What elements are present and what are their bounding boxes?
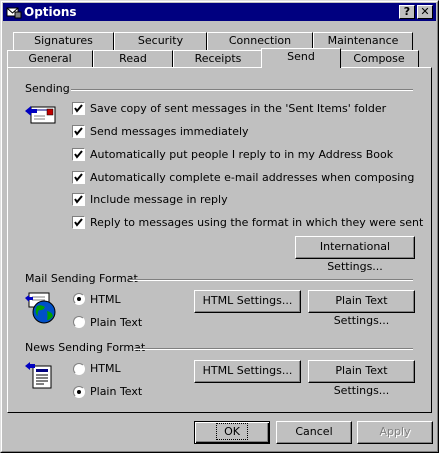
checkbox-autocomplete[interactable] — [72, 171, 85, 184]
tab-label: Compose — [353, 52, 405, 65]
mail-html-settings-button[interactable]: HTML Settings... — [194, 290, 301, 313]
tab-compose[interactable]: Compose — [339, 50, 419, 68]
tab-receipts[interactable]: Receipts — [173, 50, 263, 68]
options-app-icon — [6, 5, 22, 19]
tab-label: General — [28, 52, 72, 65]
sending-divider — [71, 89, 413, 91]
window-title: Options — [24, 5, 77, 19]
mail-format-heading: Mail Sending Format — [25, 272, 138, 285]
tab-label: Maintenance — [327, 34, 399, 47]
tab-general[interactable]: General — [7, 50, 93, 68]
checkbox-send-immediately[interactable] — [72, 125, 85, 138]
checkbox-reply-format[interactable] — [72, 216, 85, 229]
tab-label: Security — [137, 34, 184, 47]
tab-security[interactable]: Security — [114, 32, 207, 50]
tab-send[interactable]: Send — [261, 48, 341, 68]
ok-label: OK — [216, 423, 248, 440]
news-html-label: HTML — [90, 362, 121, 375]
tab-label: Send — [287, 50, 315, 63]
tab-label: Receipts — [194, 52, 242, 65]
option-label-auto-address-book: Automatically put people I reply to in m… — [90, 148, 394, 161]
options-dialog: Options ? ✕ Signatures Security Connecti… — [0, 0, 439, 453]
news-html-settings-button[interactable]: HTML Settings... — [194, 360, 301, 383]
cancel-button[interactable]: Cancel — [276, 421, 352, 444]
ok-button[interactable]: OK — [194, 421, 270, 444]
checkbox-auto-address-book[interactable] — [72, 148, 85, 161]
mail-format-divider — [130, 279, 413, 281]
mail-plain-text-settings-button[interactable]: Plain Text Settings... — [308, 290, 415, 327]
mail-plain-text-label: Plain Text — [90, 316, 143, 329]
tab-label: Signatures — [34, 34, 93, 47]
tab-read[interactable]: Read — [93, 50, 173, 68]
checkbox-include-message[interactable] — [72, 193, 85, 206]
apply-button[interactable]: Apply — [357, 421, 433, 444]
international-settings-button[interactable]: International Settings... — [295, 236, 415, 273]
news-plain-text-settings-button[interactable]: Plain Text Settings... — [308, 360, 415, 397]
option-label-send-immediately: Send messages immediately — [90, 125, 249, 138]
mail-globe-icon — [25, 291, 59, 328]
tab-label: Connection — [228, 34, 292, 47]
title-bar: Options ? ✕ — [3, 3, 436, 21]
send-mail-icon — [25, 102, 57, 131]
option-label-autocomplete: Automatically complete e-mail addresses … — [90, 171, 415, 184]
sending-heading: Sending — [25, 82, 70, 95]
checkbox-save-copy[interactable] — [72, 102, 85, 115]
help-button[interactable]: ? — [399, 5, 415, 19]
news-document-icon — [25, 360, 57, 395]
mail-radio-plain-text[interactable] — [73, 316, 85, 328]
mail-html-label: HTML — [90, 293, 121, 306]
tab-signatures[interactable]: Signatures — [13, 32, 114, 50]
news-format-divider — [134, 348, 413, 350]
news-radio-plain-text[interactable] — [73, 386, 85, 398]
news-plain-text-label: Plain Text — [90, 385, 143, 398]
option-label-include-message: Include message in reply — [90, 193, 228, 206]
tab-label: Read — [119, 52, 147, 65]
option-label-save-copy: Save copy of sent messages in the 'Sent … — [90, 102, 387, 115]
news-format-heading: News Sending Format — [25, 341, 146, 354]
option-label-reply-format: Reply to messages using the format in wh… — [90, 216, 424, 229]
mail-radio-html[interactable] — [73, 293, 85, 305]
close-button[interactable]: ✕ — [417, 5, 433, 19]
news-radio-html[interactable] — [73, 363, 85, 375]
